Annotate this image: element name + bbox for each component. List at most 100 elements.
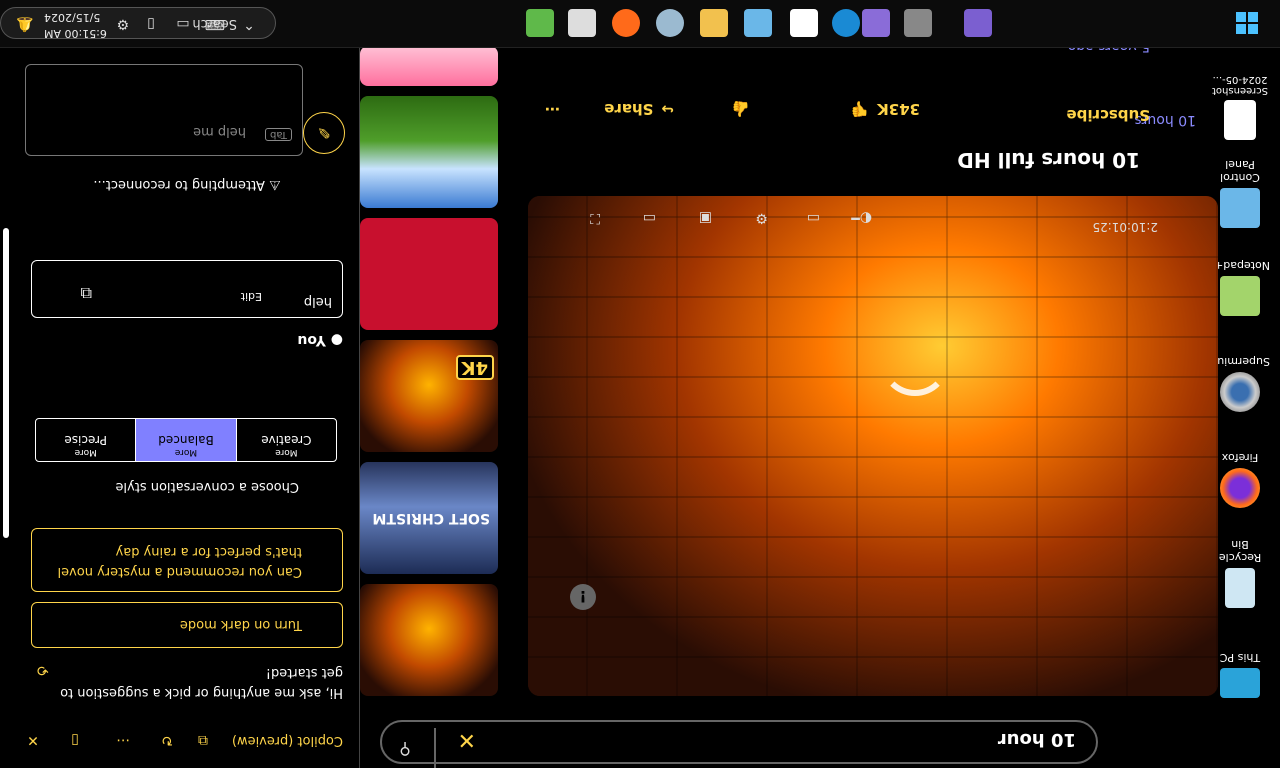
video-timecode: 2:10:01:25 xyxy=(1092,220,1158,234)
scrollbar[interactable] xyxy=(3,228,9,538)
taskview-icon[interactable] xyxy=(904,9,932,37)
desktop-icon-label: Firefox xyxy=(1221,451,1259,464)
video-player[interactable]: ! 2:10:01:25 ◐━ ▭ ⚙ ▣ ▭ ⛶ xyxy=(528,196,1218,696)
copilot-header: Copilot (preview) ⧉ ↻ ⋯ ▯ ✕ xyxy=(0,712,359,768)
firefox-taskbar-icon[interactable] xyxy=(612,9,640,37)
suggestion-mystery-novel[interactable]: Can you recommend a mystery novel that's… xyxy=(31,528,343,592)
youtube-search-bar[interactable]: 10 hour ✕ ⚲ xyxy=(376,720,1098,768)
autoplay-toggle[interactable]: ◐━ xyxy=(851,196,872,226)
conversation-style-title: Choose a conversation style xyxy=(115,479,299,494)
cycle-suggestions-icon[interactable]: ⟲ xyxy=(33,660,53,680)
close-icon[interactable]: ✕ xyxy=(23,730,43,750)
more-actions-icon[interactable]: ⋯ xyxy=(545,100,560,118)
captions-icon[interactable]: ▭ xyxy=(807,196,820,226)
recommended-video-thumbnail[interactable] xyxy=(360,46,498,86)
like-button[interactable]: 👍 xyxy=(731,100,750,118)
desktop-icon-label: Screenshot 2024-05-... xyxy=(1212,74,1268,96)
desktop-icon-label: Control Panel xyxy=(1220,158,1260,184)
supermium-icon xyxy=(1220,372,1260,412)
miniplayer-icon[interactable]: ▣ xyxy=(699,196,712,226)
recommended-video-thumbnail[interactable]: 4K xyxy=(360,340,498,452)
control-panel-taskbar-icon[interactable] xyxy=(744,9,772,37)
reconnect-status: ⚠ Attempting to reconnect... xyxy=(93,177,281,192)
desktop-icon-supermium[interactable]: Supermium xyxy=(1207,355,1270,412)
screenshot-file-icon xyxy=(1224,100,1256,140)
sidebar-icon[interactable]: ▯ xyxy=(65,730,85,750)
desktop-icon-firefox[interactable]: Firefox xyxy=(1210,451,1270,508)
recommended-video-thumbnail[interactable] xyxy=(360,96,498,208)
style-creative[interactable]: More Creative xyxy=(235,419,336,461)
video-title: 10 hours full HD xyxy=(957,148,1140,172)
desktop-icon-label: This PC xyxy=(1219,651,1261,664)
info-icon[interactable]: ! xyxy=(570,584,596,610)
theater-mode-icon[interactable]: ▭ xyxy=(643,196,656,226)
desktop-icon-screenshot[interactable]: Screenshot 2024-05-... xyxy=(1210,74,1270,140)
desktop-icon-recycle-bin[interactable]: Recycle Bin xyxy=(1210,538,1270,608)
dislike-count: 343K xyxy=(877,100,920,118)
keyboard-icon[interactable]: ⌨ xyxy=(204,13,226,35)
user-label: ● You xyxy=(297,332,343,348)
fullscreen-icon[interactable]: ⛶ xyxy=(590,196,600,226)
battery-icon[interactable]: ▯ xyxy=(140,13,162,35)
windows-start-icon[interactable] xyxy=(1236,12,1258,34)
subscribe-button[interactable]: Subscribe xyxy=(1067,106,1151,124)
taskbar-search[interactable]: Search xyxy=(0,7,276,39)
desktop-screen: 10 hour ✕ ⚲ This PC Recycle Bin Firefox … xyxy=(0,0,1280,768)
edit-tooltip: Edit xyxy=(240,290,262,303)
settings-gear-icon[interactable]: ⚙ xyxy=(755,196,768,226)
edge-icon[interactable] xyxy=(832,9,860,37)
style-precise[interactable]: More Precise xyxy=(36,419,135,461)
share-label: Share xyxy=(604,100,654,118)
chevron-up-icon[interactable]: ⌃ xyxy=(238,13,260,35)
user-message: help Edit ⧉ xyxy=(31,260,343,318)
chat-input[interactable]: help me Tab xyxy=(25,64,303,156)
recommended-video-thumbnail[interactable]: SOFT CHRISTM xyxy=(360,462,498,574)
clear-search-icon[interactable]: ✕ xyxy=(458,727,476,752)
copilot-taskbar-icon[interactable] xyxy=(964,9,992,37)
search-icon[interactable]: ⚲ xyxy=(376,728,436,768)
desktop-icon-notepadpp[interactable]: Notepad++ xyxy=(1204,259,1270,316)
style-balanced[interactable]: More Balanced xyxy=(135,419,236,461)
desktop-icon-this-pc[interactable]: This PC xyxy=(1210,651,1270,704)
notes-icon[interactable] xyxy=(568,9,596,37)
notepadpp-taskbar-icon[interactable] xyxy=(526,9,554,37)
chat-input-text: help me xyxy=(193,124,246,139)
tab-hint: Tab xyxy=(265,128,292,141)
clock[interactable]: 6:51:00 AM 5/15/2024 xyxy=(44,9,134,41)
thumbs-up-icon: 👍 xyxy=(731,100,750,118)
share-button[interactable]: ↪ Share xyxy=(604,100,674,118)
new-topic-button[interactable]: ✎ xyxy=(303,112,345,154)
dislike-button[interactable]: 343K 👎 xyxy=(850,100,920,118)
recommended-video-thumbnail[interactable] xyxy=(360,584,498,696)
taskbar: Search ⌃ ⌨ ▭ ▯ ⚙ 6:51:00 AM 5/15/2024 🔔 xyxy=(0,0,1280,48)
firefox-icon xyxy=(1220,468,1260,508)
notification-bell-icon[interactable]: 🔔 xyxy=(14,13,36,35)
control-panel-icon xyxy=(1220,188,1260,228)
suggestion-dark-mode[interactable]: Turn on dark mode xyxy=(31,602,343,648)
conversation-style-selector: More Creative More Balanced More Precise xyxy=(35,418,337,462)
app-icon[interactable] xyxy=(862,9,890,37)
desktop-icon-label: Notepad++ xyxy=(1204,259,1270,272)
recommended-video-thumbnail[interactable] xyxy=(360,218,498,330)
file-explorer-icon[interactable] xyxy=(700,9,728,37)
loading-spinner-icon xyxy=(880,326,950,396)
thumbnail-title: SOFT CHRISTM xyxy=(372,510,490,526)
badge-4k: 4K xyxy=(455,355,494,380)
thumbs-down-icon: 👎 xyxy=(850,100,870,118)
supermium-taskbar-icon[interactable] xyxy=(656,9,684,37)
open-in-new-icon[interactable]: ⧉ xyxy=(193,730,213,750)
desktop-icon-control-panel[interactable]: Control Panel xyxy=(1210,158,1270,228)
share-icon: ↪ xyxy=(661,100,674,118)
recycle-bin-icon xyxy=(1225,568,1255,608)
this-pc-icon xyxy=(1220,668,1260,698)
copilot-title: Copilot (preview) xyxy=(231,733,343,748)
notepadpp-icon xyxy=(1220,276,1260,316)
more-options-icon[interactable]: ⋯ xyxy=(113,730,133,750)
copilot-pane: Copilot (preview) ⧉ ↻ ⋯ ▯ ✕ Hi, ask me a… xyxy=(0,48,360,768)
copy-icon[interactable]: ⧉ xyxy=(81,283,92,303)
youtube-search-input[interactable]: 10 hour xyxy=(998,729,1076,750)
refresh-icon[interactable]: ↻ xyxy=(157,730,177,750)
display-icon[interactable]: ▭ xyxy=(172,13,194,35)
app-icon[interactable] xyxy=(790,9,818,37)
desktop-icon-label: Recycle Bin xyxy=(1218,538,1262,564)
